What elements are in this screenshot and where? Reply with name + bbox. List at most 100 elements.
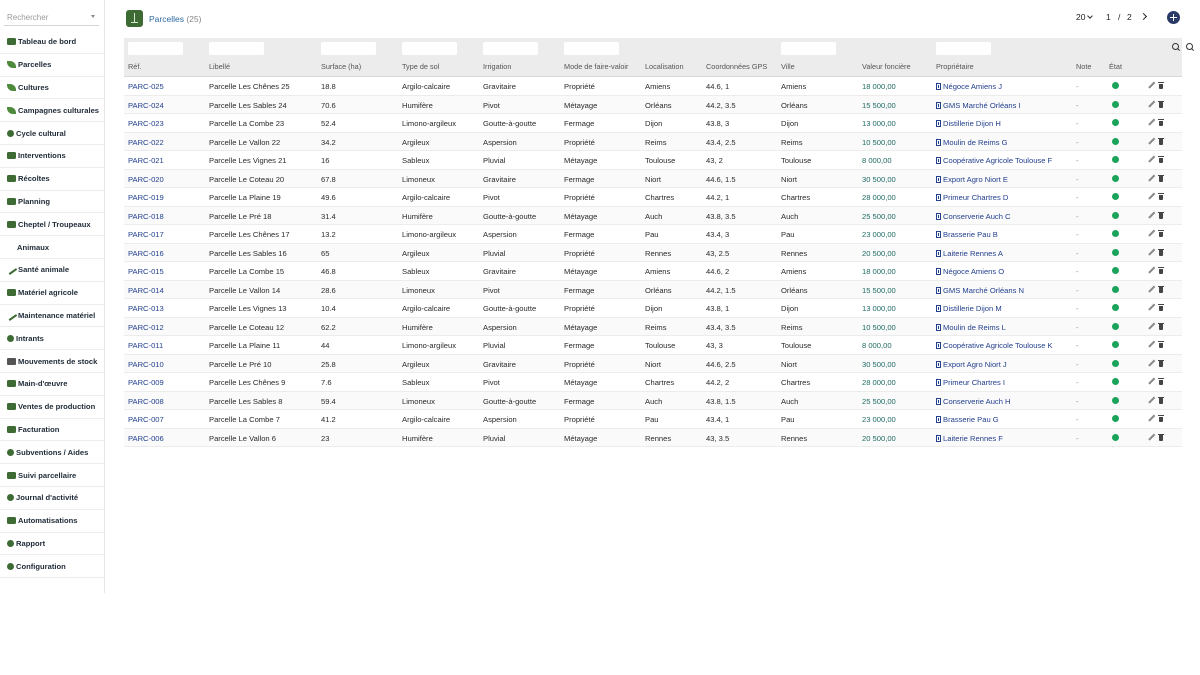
edit-icon[interactable] — [1148, 230, 1154, 236]
sidebar-item-parcelles[interactable]: Parcelles — [0, 54, 104, 77]
cell-owner[interactable]: Distillerie Dijon H — [936, 119, 1001, 128]
cell-ref[interactable]: PARC-010 — [128, 360, 164, 369]
edit-icon[interactable] — [1148, 156, 1154, 162]
sidebar-item-sante-animale[interactable]: Santé animale — [0, 259, 104, 282]
sidebar-item-cultures[interactable]: Cultures — [0, 77, 104, 100]
delete-icon[interactable] — [1158, 137, 1164, 145]
table-row[interactable]: PARC-006 Parcelle Le Vallon 6 23 Humifère Pl… — [124, 428, 1182, 447]
table-row[interactable]: PARC-025 Parcelle Les Chênes 25 18.8 Argilo… — [124, 77, 1182, 96]
edit-icon[interactable] — [1148, 415, 1154, 421]
current-page[interactable]: 1 — [1106, 12, 1111, 22]
sidebar-item-interventions[interactable]: Interventions — [0, 145, 104, 168]
delete-icon[interactable] — [1158, 341, 1164, 348]
sidebar-item-mouvements-de-stock[interactable]: Mouvements de stock — [0, 350, 104, 373]
table-row[interactable]: PARC-014 Parcelle Le Vallon 14 28.6 Limoneu… — [124, 280, 1182, 299]
cell-ref[interactable]: PARC-025 — [128, 82, 164, 91]
cell-owner[interactable]: Primeur Chartres D — [936, 193, 1008, 202]
cell-owner[interactable]: Conserverie Auch H — [936, 397, 1011, 406]
sidebar-item-rapport[interactable]: Rapport — [0, 533, 104, 556]
cell-ref[interactable]: PARC-022 — [128, 138, 164, 147]
cell-owner[interactable]: Conserverie Auch C — [936, 212, 1011, 221]
cell-owner[interactable]: Négoce Amiens J — [936, 82, 1002, 91]
column-header-label[interactable]: Libellé — [209, 62, 230, 71]
cell-owner[interactable]: Laiterie Rennes A — [936, 249, 1003, 258]
next-page-icon[interactable] — [1139, 12, 1148, 21]
cell-ref[interactable]: PARC-018 — [128, 212, 164, 221]
sidebar-item-planning[interactable]: Planning — [0, 191, 104, 214]
filter-input-irrigation[interactable] — [483, 42, 538, 55]
table-row[interactable]: PARC-019 Parcelle La Plaine 19 49.6 Argilo-… — [124, 188, 1182, 207]
cell-owner[interactable]: Export Agro Niort J — [936, 360, 1007, 369]
cell-ref[interactable]: PARC-017 — [128, 230, 164, 239]
sidebar-item-recoltes[interactable]: Récoltes — [0, 168, 104, 191]
delete-icon[interactable] — [1158, 396, 1164, 404]
sidebar-item-cycle-cultural[interactable]: Cycle cultural — [0, 122, 104, 145]
cell-owner[interactable]: Export Agro Niort E — [936, 175, 1008, 184]
table-row[interactable]: PARC-021 Parcelle Les Vignes 21 16 Sableux P… — [124, 151, 1182, 170]
filter-input-ref[interactable] — [128, 42, 183, 55]
filter-input-soil[interactable] — [402, 42, 457, 55]
add-parcel-button[interactable] — [1167, 11, 1180, 24]
table-row[interactable]: PARC-007 Parcelle La Combe 7 41.2 Argilo-ca… — [124, 410, 1182, 429]
sidebar-item-materiel-agricole[interactable]: Matériel agricole — [0, 282, 104, 305]
column-header-gps[interactable]: Coordonnées GPS — [706, 62, 767, 71]
sidebar-item-configuration[interactable]: Configuration — [0, 555, 104, 579]
search-input[interactable]: Rechercher — [4, 10, 99, 26]
cell-ref[interactable]: PARC-024 — [128, 101, 164, 110]
edit-icon[interactable] — [1148, 360, 1154, 366]
sidebar-item-automatisations[interactable]: Automatisations — [0, 510, 104, 533]
table-row[interactable]: PARC-015 Parcelle La Combe 15 46.8 Sableux G… — [124, 262, 1182, 281]
chevron-down-icon[interactable] — [91, 15, 95, 18]
cell-owner[interactable]: Moulin de Reims L — [936, 323, 1006, 332]
cell-owner[interactable]: Coopérative Agricole Toulouse F — [936, 156, 1052, 165]
table-row[interactable]: PARC-009 Parcelle Les Chênes 9 7.6 Sableux P… — [124, 373, 1182, 392]
cell-ref[interactable]: PARC-008 — [128, 397, 164, 406]
search-icon[interactable] — [1172, 43, 1180, 51]
cell-owner[interactable]: Coopérative Agricole Toulouse K — [936, 341, 1053, 350]
edit-icon[interactable] — [1148, 304, 1154, 310]
cell-ref[interactable]: PARC-013 — [128, 304, 164, 313]
column-header-value[interactable]: Valeur foncière — [862, 62, 911, 71]
sidebar-item-maintenance-materiel[interactable]: Maintenance matériel — [0, 305, 104, 328]
cell-owner[interactable]: Brasserie Pau B — [936, 230, 998, 239]
delete-icon[interactable] — [1158, 322, 1164, 330]
sidebar-item-suivi-parcellaire[interactable]: Suivi parcellaire — [0, 464, 104, 487]
cell-ref[interactable]: PARC-006 — [128, 434, 164, 443]
edit-icon[interactable] — [1148, 82, 1154, 88]
cell-ref[interactable]: PARC-019 — [128, 193, 164, 202]
edit-icon[interactable] — [1148, 378, 1154, 384]
table-row[interactable]: PARC-023 Parcelle La Combe 23 52.4 Limono-a… — [124, 114, 1182, 133]
edit-icon[interactable] — [1148, 101, 1154, 107]
filter-input-tenure[interactable] — [564, 42, 619, 55]
edit-icon[interactable] — [1148, 175, 1154, 181]
delete-icon[interactable] — [1158, 248, 1164, 256]
sidebar-item-intrants[interactable]: Intrants — [0, 327, 104, 351]
table-row[interactable]: PARC-022 Parcelle Le Vallon 22 34.2 Argileu… — [124, 132, 1182, 151]
delete-icon[interactable] — [1158, 211, 1164, 219]
edit-icon[interactable] — [1148, 286, 1154, 292]
cell-owner[interactable]: GMS Marché Orléans N — [936, 286, 1024, 295]
column-header-surface[interactable]: Surface (ha) — [321, 62, 361, 71]
delete-icon[interactable] — [1158, 415, 1164, 422]
cell-ref[interactable]: PARC-021 — [128, 156, 164, 165]
table-row[interactable]: PARC-010 Parcelle Le Pré 10 25.8 Argileux Gr… — [124, 354, 1182, 373]
per-page-select[interactable]: 20 — [1076, 12, 1094, 22]
delete-icon[interactable] — [1158, 304, 1164, 311]
table-row[interactable]: PARC-016 Parcelle Les Sables 16 65 Argileux… — [124, 243, 1182, 262]
edit-icon[interactable] — [1148, 397, 1154, 403]
delete-icon[interactable] — [1158, 119, 1164, 126]
cell-ref[interactable]: PARC-023 — [128, 119, 164, 128]
table-row[interactable]: PARC-012 Parcelle Le Coteau 12 62.2 Humifèr… — [124, 317, 1182, 336]
column-header-irrigation[interactable]: Irrigation — [483, 62, 511, 71]
sidebar-item-cheptel-troupeaux[interactable]: Cheptel / Troupeaux — [0, 213, 104, 237]
cell-ref[interactable]: PARC-014 — [128, 286, 164, 295]
delete-icon[interactable] — [1158, 82, 1164, 89]
cell-owner[interactable]: GMS Marché Orléans I — [936, 101, 1021, 110]
table-row[interactable]: PARC-008 Parcelle Les Sables 8 59.4 Limoneu… — [124, 391, 1182, 410]
filter-input-city[interactable] — [781, 42, 836, 55]
sidebar-item-animaux[interactable]: Animaux — [0, 236, 104, 259]
delete-icon[interactable] — [1158, 285, 1164, 293]
table-row[interactable]: PARC-011 Parcelle La Plaine 11 44 Limono-ar… — [124, 336, 1182, 355]
cell-ref[interactable]: PARC-016 — [128, 249, 164, 258]
column-header-city[interactable]: Ville — [781, 62, 795, 71]
